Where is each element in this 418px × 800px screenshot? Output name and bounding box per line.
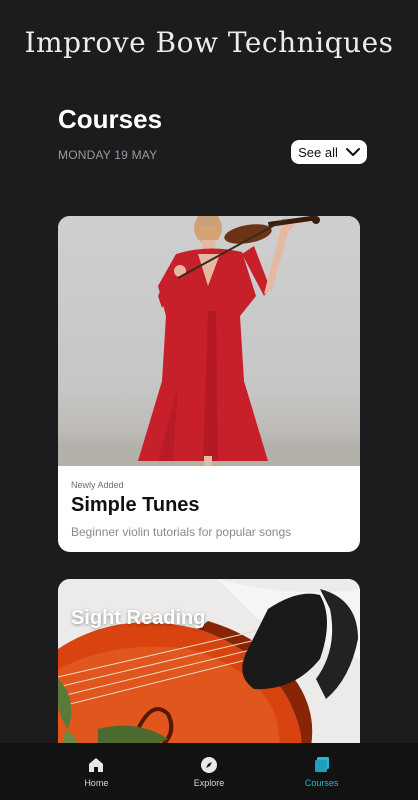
tab-label: Courses <box>304 777 339 788</box>
course-card-simple-tunes[interactable]: Newly Added Simple Tunes Beginner violin… <box>58 216 360 552</box>
app-title: Improve Bow Techniques <box>24 26 394 59</box>
see-all-label: See all <box>298 144 338 160</box>
chevron-down-icon <box>345 148 360 156</box>
see-all-dropdown[interactable]: See all <box>291 140 367 164</box>
course-card-sight-reading[interactable]: Sight Reading <box>58 579 360 759</box>
tab-courses[interactable]: Courses <box>287 756 357 788</box>
compass-icon <box>200 756 217 773</box>
tab-home[interactable]: Home <box>61 756 131 788</box>
card-title: Simple Tunes <box>71 494 200 516</box>
tab-explore[interactable]: Explore <box>174 756 244 788</box>
tab-label: Home <box>84 777 109 788</box>
violinist-photo <box>58 216 360 466</box>
date-label: MONDAY 19 MAY <box>58 148 158 162</box>
section-title: Courses <box>58 104 163 134</box>
tab-label: Explore <box>193 777 225 788</box>
bottom-tab-bar: Home Explore Courses <box>0 743 418 800</box>
violinist-illustration <box>58 216 360 466</box>
violin-closeup-photo <box>58 579 360 759</box>
card-eyebrow: Newly Added <box>71 480 124 490</box>
card-description: Beginner violin tutorials for popular so… <box>71 525 292 539</box>
home-icon <box>89 757 104 772</box>
courses-icon <box>314 756 329 772</box>
card-title: Sight Reading <box>71 607 206 629</box>
